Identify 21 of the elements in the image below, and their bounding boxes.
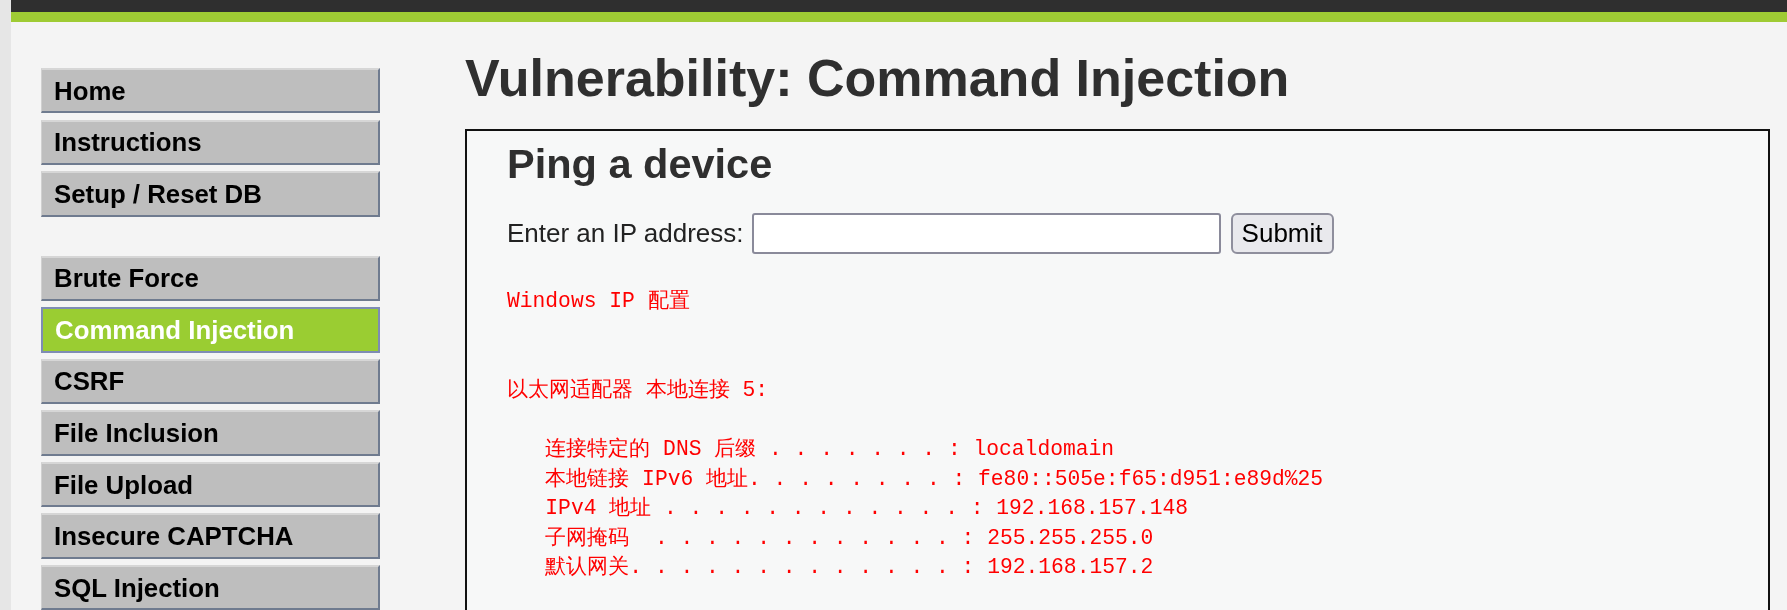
output-line: IPv4 地址 . . . . . . . . . . . . : 192.168.157.148 [545, 495, 1188, 523]
menu-item[interactable]: SQL Injection [41, 565, 380, 610]
menu-item[interactable]: Setup / Reset DB [41, 171, 380, 217]
ip-address-label: Enter an IP address: [507, 218, 744, 250]
submit-button[interactable]: Submit [1230, 213, 1334, 255]
menu-item[interactable]: Insecure CAPTCHA [41, 513, 380, 559]
output-line: 以太网适配器 本地连接 5: [507, 376, 769, 404]
panel-heading: Ping a device [507, 140, 773, 188]
menu-item[interactable]: File Upload [41, 461, 380, 508]
menu-item[interactable]: Instructions [41, 119, 380, 165]
menu-item[interactable]: File Inclusion [41, 410, 380, 456]
ip-address-field[interactable] [751, 213, 1221, 255]
output-line: Windows IP 配置 [507, 288, 690, 316]
output-line: 子网掩码 . . . . . . . . . . . . : 255.255.255.0 [545, 524, 1154, 552]
menu-item[interactable]: Home [41, 68, 380, 114]
page-title: Vulnerability: Command Injection [465, 48, 1290, 108]
output-line: 默认网关. . . . . . . . . . . . . : 192.168.157.2 [545, 554, 1154, 582]
output-line: 本地链接 IPv6 地址. . . . . . . . : fe80::505e:f65:d951:e89d%25 [545, 465, 1324, 493]
output-line: 连接特定的 DNS 后缀 . . . . . . . : localdomain [545, 436, 1115, 464]
menu-item[interactable]: Brute Force [41, 255, 380, 301]
menu-item[interactable]: CSRF [41, 358, 380, 405]
